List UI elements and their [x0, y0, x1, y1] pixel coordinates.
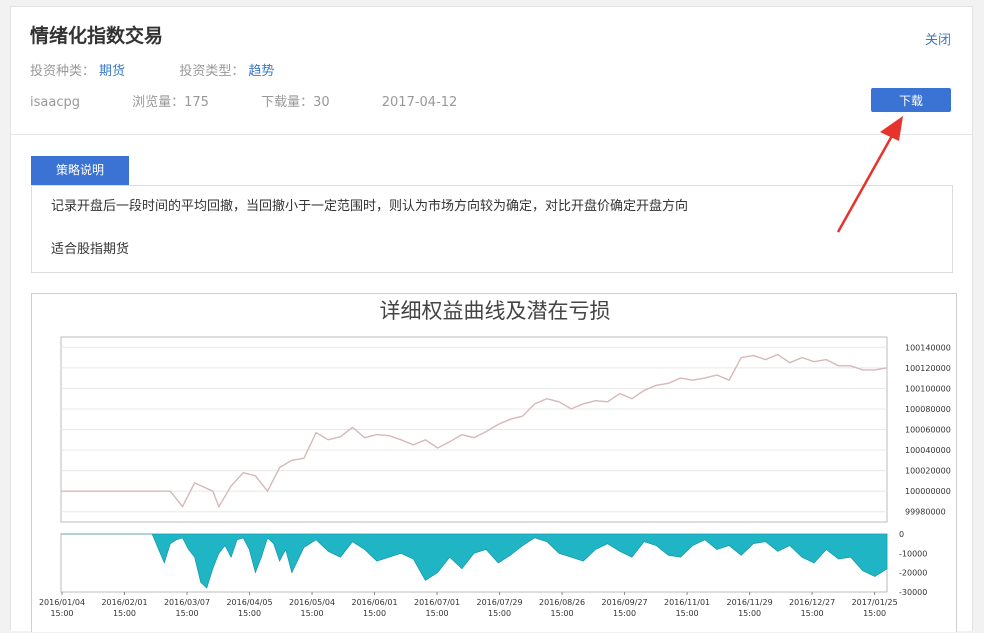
- x-tick-label-date: 2016/06/01: [351, 598, 397, 607]
- x-tick-label-date: 2016/04/05: [226, 598, 272, 607]
- meta-row: 投资种类： 期货 投资类型： 趋势: [30, 60, 274, 79]
- equity-y-tick-label: 100120000: [905, 364, 951, 373]
- drawdown-y-tick-label: -10000: [899, 549, 927, 558]
- x-tick-label-date: 2016/09/27: [602, 598, 648, 607]
- x-tick-label-date: 2016/11/29: [727, 598, 773, 607]
- x-tick-label-date: 2016/01/04: [39, 598, 85, 607]
- tab-strategy-description[interactable]: 策略说明: [31, 156, 129, 185]
- strategy-detail-panel: 情绪化指数交易 关闭 投资种类： 期货 投资类型： 趋势 isaacpg 浏览量：1…: [10, 6, 973, 632]
- x-tick-label-time: 15:00: [676, 609, 699, 618]
- drawdown-y-tick-label: -30000: [899, 588, 927, 597]
- equity-curve: [61, 353, 888, 509]
- x-tick-label-date: 2016/03/07: [164, 598, 210, 607]
- x-tick-label-date: 2017/01/25: [852, 598, 898, 607]
- x-tick-label-time: 15:00: [613, 609, 636, 618]
- x-tick-label-time: 15:00: [863, 609, 886, 618]
- equity-y-tick-label: 100040000: [905, 446, 951, 455]
- x-tick-label-date: 2016/02/01: [101, 598, 147, 607]
- equity-y-tick-label: 100020000: [905, 467, 951, 476]
- x-tick-label-date: 2016/08/26: [539, 598, 585, 607]
- x-tick-label-time: 15:00: [50, 609, 73, 618]
- download-button[interactable]: 下载: [871, 88, 951, 112]
- x-tick-label-date: 2016/05/04: [289, 598, 335, 607]
- invest-type-link[interactable]: 趋势: [248, 64, 274, 79]
- chart-title: 详细权益曲线及潜在亏损: [380, 299, 611, 323]
- view-count: 浏览量：175: [132, 95, 209, 110]
- invest-type-label: 投资类型：: [179, 64, 245, 79]
- x-tick-label-date: 2016/11/01: [664, 598, 710, 607]
- x-tick-label-date: 2016/07/01: [414, 598, 460, 607]
- x-tick-label-time: 15:00: [738, 609, 761, 618]
- equity-y-tick-label: 99980000: [905, 508, 946, 517]
- invest-kind-link[interactable]: 期货: [99, 64, 125, 79]
- equity-y-tick-label: 100100000: [905, 384, 951, 393]
- x-tick-label-time: 15:00: [551, 609, 574, 618]
- drawdown-y-tick-label: -20000: [899, 569, 927, 578]
- equity-chart: 详细权益曲线及潜在亏损 99980000 100000000 100020000 10…: [31, 293, 957, 632]
- page-title: 情绪化指数交易: [30, 25, 164, 47]
- invest-kind-label: 投资种类：: [30, 64, 96, 79]
- x-tick-label-time: 15:00: [238, 609, 261, 618]
- equity-y-tick-label: 100000000: [905, 487, 951, 496]
- drawdown-area: [61, 533, 888, 589]
- x-tick-label-date: 2016/12/27: [789, 598, 835, 607]
- author-name: isaacpg: [30, 95, 80, 110]
- close-link[interactable]: 关闭: [925, 29, 951, 48]
- equity-y-tick-label: 100140000: [905, 343, 951, 352]
- equity-chart-svg: 详细权益曲线及潜在亏损 99980000 100000000 100020000 10…: [39, 299, 951, 618]
- strategy-description: 记录开盘后一段时间的平均回撤，当回撤小于一定范围时，则认为市场方向较为确定，对比…: [31, 185, 953, 273]
- equity-y-tick-label: 100080000: [905, 405, 951, 414]
- x-tick-label-date: 2016/07/29: [477, 598, 523, 607]
- equity-y-tick-label: 100060000: [905, 426, 951, 435]
- description-note: 适合股指期货: [51, 242, 130, 257]
- stats-row: isaacpg 浏览量：175 下载量：30 2017-04-12: [30, 91, 505, 110]
- x-tick-label-time: 15:00: [175, 609, 198, 618]
- x-tick-label-time: 15:00: [488, 609, 511, 618]
- x-tick-label-time: 15:00: [801, 609, 824, 618]
- x-tick-label-time: 15:00: [301, 609, 324, 618]
- description-text: 记录开盘后一段时间的平均回撤，当回撤小于一定范围时，则认为市场方向较为确定，对比…: [51, 199, 689, 214]
- x-tick-label-time: 15:00: [363, 609, 386, 618]
- x-tick-label-time: 15:00: [426, 609, 449, 618]
- x-tick-label-time: 15:00: [113, 609, 136, 618]
- drawdown-y-tick-label: 0: [899, 530, 904, 539]
- divider: [11, 134, 972, 135]
- publish-date: 2017-04-12: [381, 95, 458, 110]
- download-count: 下载量：30: [261, 95, 330, 110]
